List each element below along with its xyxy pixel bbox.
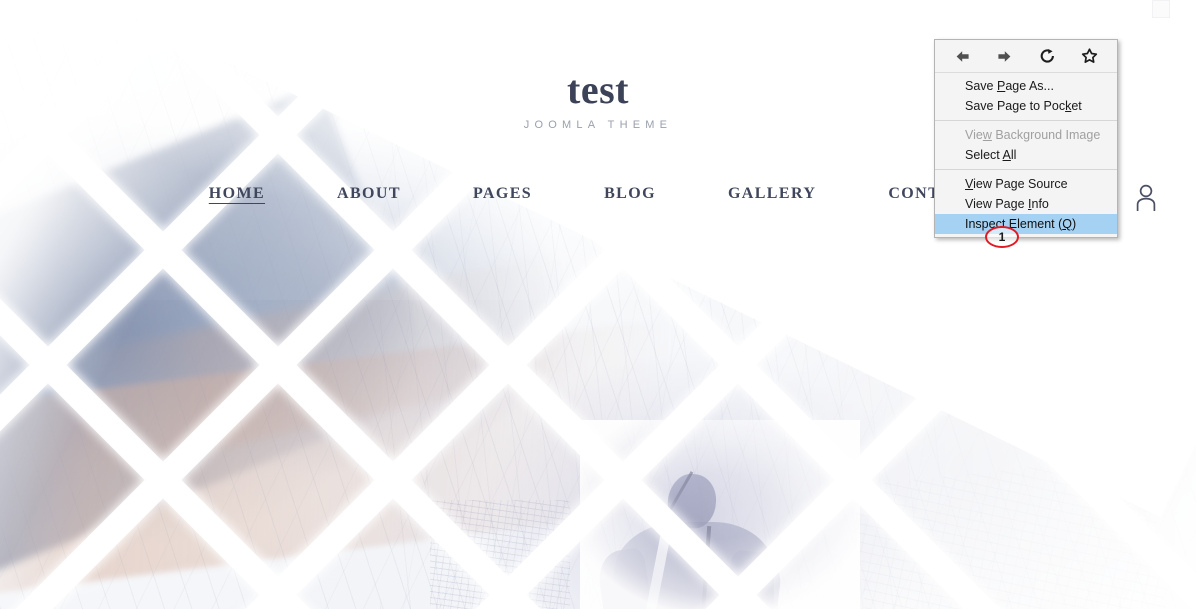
user-icon[interactable] (1133, 182, 1159, 212)
nav-item-pages[interactable]: PAGES (437, 185, 568, 203)
menu-item-label: View Page Source (965, 177, 1068, 191)
menu-item-label: Save Page As... (965, 79, 1054, 93)
menu-item-label: View Background Image (965, 128, 1101, 142)
nav-item-about[interactable]: ABOUT (301, 185, 437, 203)
menu-bottom-padding (935, 234, 1117, 237)
context-menu: Save Page As... Save Page to Pocket View… (934, 39, 1118, 238)
annotation-marker-1: 1 (985, 226, 1019, 248)
nav-item-blog[interactable]: BLOG (568, 185, 692, 203)
menu-item-save-page-as[interactable]: Save Page As... (935, 76, 1117, 96)
forward-arrow-icon[interactable] (990, 43, 1020, 69)
back-arrow-icon[interactable] (947, 43, 977, 69)
context-menu-items: Save Page As... Save Page to Pocket View… (935, 73, 1117, 237)
nav-item-home[interactable]: HOME (173, 185, 301, 203)
annotation-number: 1 (998, 230, 1006, 244)
menu-separator-1 (935, 120, 1117, 121)
menu-item-label: View Page Info (965, 197, 1049, 211)
menu-item-view-background-image: View Background Image (935, 125, 1117, 145)
menu-item-label: Select All (965, 148, 1017, 162)
page-root: test JOOMLA THEME HOME ABOUT PAGES BLOG … (0, 0, 1196, 609)
nav-item-gallery[interactable]: GALLERY (692, 185, 852, 203)
menu-item-inspect-element[interactable]: Inspect Element (Q) (935, 214, 1117, 234)
menu-item-save-page-to-pocket[interactable]: Save Page to Pocket (935, 96, 1117, 116)
menu-item-label: Save Page to Pocket (965, 99, 1082, 113)
menu-item-view-page-info[interactable]: View Page Info (935, 194, 1117, 214)
context-menu-nav-bar (935, 40, 1117, 73)
menu-item-select-all[interactable]: Select All (935, 145, 1117, 165)
reload-icon[interactable] (1032, 43, 1062, 69)
bookmark-star-icon[interactable] (1075, 43, 1105, 69)
menu-separator-2 (935, 169, 1117, 170)
menu-item-view-page-source[interactable]: View Page Source (935, 174, 1117, 194)
menu-item-label: Inspect Element (Q) (965, 217, 1077, 231)
decorative-square (1152, 0, 1170, 18)
